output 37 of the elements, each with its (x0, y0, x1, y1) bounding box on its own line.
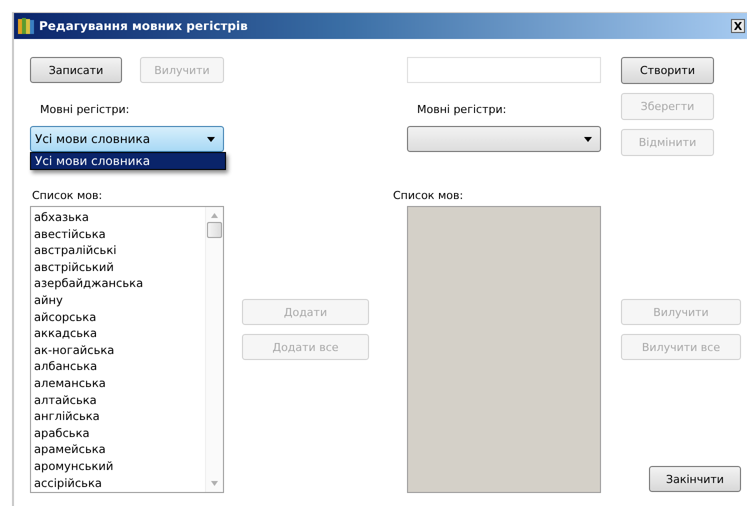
list-label: Список мов: (392, 189, 464, 204)
list-item[interactable]: австралійські (34, 242, 205, 259)
save-button[interactable]: Записати (30, 57, 122, 83)
scroll-down-icon[interactable] (211, 481, 218, 486)
scrollbar[interactable] (205, 207, 223, 492)
scroll-up-icon[interactable] (211, 213, 218, 218)
list-item[interactable]: ак-ногайська (34, 342, 205, 358)
window-title: Редагування мовних регістрів (39, 19, 249, 33)
list-item[interactable]: англійська (34, 408, 205, 425)
list-item[interactable]: ассірійська (34, 474, 205, 492)
name-field[interactable] (407, 57, 601, 83)
dropdown-option[interactable]: Усі мови словника (31, 153, 225, 169)
caret-icon (207, 136, 215, 142)
list-item[interactable]: аккадська (34, 325, 205, 342)
scroll-thumb[interactable] (207, 222, 222, 238)
close-button[interactable]: X (731, 19, 745, 33)
list-item[interactable]: албанська (34, 358, 205, 375)
list-item[interactable]: алтайська (34, 392, 205, 408)
list-item[interactable]: арамейська (34, 441, 205, 458)
registers-label: Мовні регістри: (39, 103, 130, 118)
create-button[interactable]: Створити (621, 57, 714, 84)
list-item[interactable]: авестійська (34, 226, 205, 242)
books-icon (17, 17, 35, 35)
list-item[interactable]: азербайджанська (34, 275, 205, 292)
list-item[interactable]: арабська (34, 424, 205, 442)
finish-button[interactable]: Закінчити (649, 466, 741, 492)
caret-icon (584, 136, 592, 142)
registers-label: Мовні регістри: (416, 103, 508, 118)
list-item[interactable]: алеманська (34, 374, 205, 392)
list-item[interactable]: аромунський (34, 458, 205, 474)
list-item[interactable]: абхазька (34, 209, 205, 226)
list-label: Список мов: (31, 189, 104, 204)
registers-dropdown[interactable] (407, 126, 601, 152)
list-item[interactable]: австрійський (34, 258, 205, 276)
list-item[interactable]: айсорська (34, 308, 205, 326)
list-item[interactable]: айну (34, 292, 205, 309)
language-list[interactable]: абхазька авестійська австралійські австрійський азербайджанська айну айсорська аккадська ак-ногайська албанська алеманська алтайська англійська арабська арамейська аромунський ассірійська (30, 206, 224, 493)
